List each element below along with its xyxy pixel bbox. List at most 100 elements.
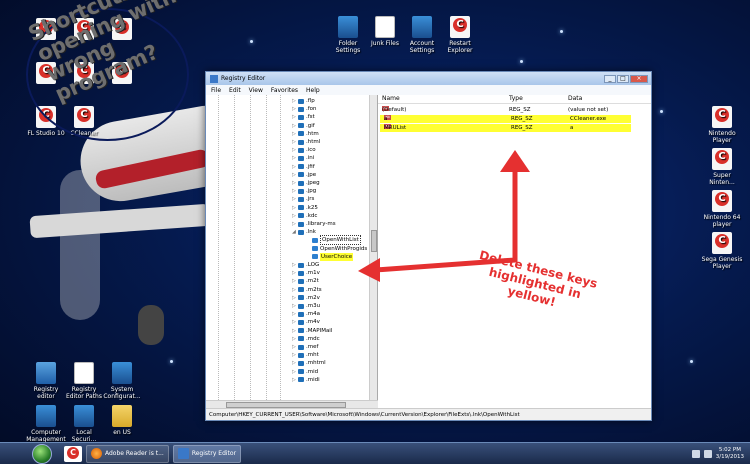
ccleaner-icon[interactable] bbox=[64, 445, 82, 462]
tree-key[interactable]: ◢ .lnk bbox=[292, 228, 316, 236]
expand-arrow-icon[interactable]: ▷ bbox=[292, 327, 297, 335]
expand-arrow-icon[interactable]: ▷ bbox=[292, 302, 297, 310]
menu-edit[interactable]: Edit bbox=[229, 87, 241, 94]
tree-key[interactable]: ▷ .m2ts bbox=[292, 286, 322, 294]
scroll-thumb[interactable] bbox=[371, 230, 377, 252]
tree-key[interactable]: ▷ .m2t bbox=[292, 277, 319, 285]
tree-key[interactable]: ▷ .kdc bbox=[292, 212, 317, 220]
column-name-header[interactable]: Name bbox=[382, 95, 400, 102]
desktop-icon-nintendo-64[interactable]: Nintendo 64 player bbox=[700, 190, 744, 228]
expand-arrow-icon[interactable]: ◢ bbox=[292, 228, 297, 236]
tree-key[interactable]: ▷ .gif bbox=[292, 122, 315, 130]
network-icon[interactable] bbox=[691, 449, 700, 458]
expand-arrow-icon[interactable]: ▷ bbox=[292, 277, 297, 285]
tree-key[interactable]: ▷ .k25 bbox=[292, 204, 318, 212]
expand-arrow-icon[interactable]: ▷ bbox=[292, 343, 297, 351]
expand-arrow-icon[interactable]: ▷ bbox=[292, 113, 297, 121]
desktop-icon-super-nintendo[interactable]: Super Ninten... bbox=[700, 148, 744, 186]
tree-scrollbar[interactable] bbox=[369, 95, 377, 408]
title-bar[interactable]: Registry Editor _ □ × bbox=[206, 72, 651, 85]
tree-key[interactable]: ▷ .MAPIMail bbox=[292, 327, 332, 335]
tree-key[interactable]: ▷ .mef bbox=[292, 343, 318, 351]
expand-arrow-icon[interactable]: ▷ bbox=[292, 220, 297, 228]
desktop-icon-restart-explorer[interactable]: Restart Explorer bbox=[438, 16, 482, 54]
expand-arrow-icon[interactable]: ▷ bbox=[292, 179, 297, 187]
tree-horizontal-scrollbar[interactable] bbox=[206, 400, 378, 408]
expand-arrow-icon[interactable]: ▷ bbox=[292, 376, 297, 384]
registry-editor-window[interactable]: Registry Editor _ □ × File Edit View Fav… bbox=[205, 71, 652, 421]
expand-arrow-icon[interactable]: ▷ bbox=[292, 212, 297, 220]
expand-arrow-icon[interactable]: ▷ bbox=[292, 269, 297, 277]
menu-view[interactable]: View bbox=[249, 87, 263, 94]
tree-key[interactable]: ▷ .mht bbox=[292, 351, 319, 359]
tree-key[interactable]: ▷ .mid bbox=[292, 368, 318, 376]
desktop-icon-nintendo-player[interactable]: Nintendo Player bbox=[700, 106, 744, 144]
expand-arrow-icon[interactable]: ▷ bbox=[292, 163, 297, 171]
registry-value-row[interactable]: ab MRUList REG_SZ a bbox=[380, 124, 631, 132]
tree-key[interactable]: ▷ .mdc bbox=[292, 335, 320, 343]
tree-key[interactable]: ▷ .html bbox=[292, 138, 320, 146]
tree-key[interactable]: ▷ .fon bbox=[292, 105, 317, 113]
tree-key[interactable]: ▷ .fst bbox=[292, 113, 315, 121]
column-type-header[interactable]: Type bbox=[509, 95, 523, 102]
expand-arrow-icon[interactable]: ▷ bbox=[292, 359, 297, 367]
maximize-button[interactable]: □ bbox=[617, 74, 629, 83]
tree-key[interactable]: ▷ .jpeg bbox=[292, 179, 320, 187]
values-list[interactable]: Name Type Data ab (Default) REG_SZ (value n… bbox=[378, 95, 651, 408]
tree-key[interactable]: ▷ .m2v bbox=[292, 294, 320, 302]
expand-arrow-icon[interactable]: ▷ bbox=[292, 187, 297, 195]
tree-key[interactable]: UserChoice bbox=[306, 252, 354, 261]
expand-arrow-icon[interactable]: ▷ bbox=[292, 294, 297, 302]
expand-arrow-icon[interactable]: ▷ bbox=[292, 351, 297, 359]
expand-arrow-icon[interactable]: ▷ bbox=[292, 130, 297, 138]
tree-key[interactable]: OpenWithList bbox=[306, 235, 361, 246]
tree-key[interactable]: ▷ .m4v bbox=[292, 318, 320, 326]
tree-key[interactable]: ▷ .ini bbox=[292, 154, 314, 162]
tree-key[interactable]: ▷ .midi bbox=[292, 376, 320, 384]
expand-arrow-icon[interactable]: ▷ bbox=[292, 146, 297, 154]
clock[interactable]: 5:02 PM 3/19/2013 bbox=[716, 447, 744, 461]
tree-key[interactable]: ▷ .flp bbox=[292, 97, 315, 105]
tree-key[interactable]: ▷ .mhtml bbox=[292, 359, 326, 367]
expand-arrow-icon[interactable]: ▷ bbox=[292, 97, 297, 105]
taskbar-item-registry-editor[interactable]: Registry Editor bbox=[172, 444, 242, 463]
menu-help[interactable]: Help bbox=[306, 87, 320, 94]
expand-arrow-icon[interactable]: ▷ bbox=[292, 286, 297, 294]
key-tree[interactable]: ▷ .flp ▷ .fon ▷ .fst ▷ .gif ▷ .htm ▷ .html ▷ .ico ▷ .in… bbox=[206, 95, 378, 408]
tree-key[interactable]: OpenWithProgids bbox=[306, 245, 367, 253]
expand-arrow-icon[interactable]: ▷ bbox=[292, 122, 297, 130]
desktop-icon-sega-genesis[interactable]: Sega Genesis Player bbox=[700, 232, 744, 270]
tree-key[interactable]: ▷ .jrs bbox=[292, 195, 314, 203]
tree-key[interactable]: ▷ .htm bbox=[292, 130, 319, 138]
expand-arrow-icon[interactable]: ▷ bbox=[292, 154, 297, 162]
tree-key[interactable]: ▷ .m3u bbox=[292, 302, 320, 310]
minimize-button[interactable]: _ bbox=[604, 74, 616, 83]
close-button[interactable]: × bbox=[630, 74, 648, 83]
tree-key[interactable]: ▷ .library-ms bbox=[292, 220, 336, 228]
menu-file[interactable]: File bbox=[211, 87, 221, 94]
expand-arrow-icon[interactable]: ▷ bbox=[292, 105, 297, 113]
expand-arrow-icon[interactable]: ▷ bbox=[292, 310, 297, 318]
tree-key[interactable]: ▷ .jfif bbox=[292, 163, 315, 171]
registry-value-row[interactable]: ab (Default) REG_SZ (value not set) bbox=[378, 106, 651, 114]
tree-key[interactable]: ▷ .m4a bbox=[292, 310, 320, 318]
expand-arrow-icon[interactable]: ▷ bbox=[292, 368, 297, 376]
tree-key[interactable]: ▷ .LOG bbox=[292, 261, 319, 269]
start-button[interactable] bbox=[32, 443, 52, 464]
volume-icon[interactable] bbox=[703, 449, 712, 458]
desktop-icon-system-configuration[interactable]: System Configurat... bbox=[100, 362, 144, 400]
taskbar-item-adobe-reader[interactable]: Adobe Reader is t... bbox=[86, 444, 169, 463]
expand-arrow-icon[interactable]: ▷ bbox=[292, 318, 297, 326]
tree-key[interactable]: ▷ .m1v bbox=[292, 269, 320, 277]
column-data-header[interactable]: Data bbox=[568, 95, 582, 102]
expand-arrow-icon[interactable]: ▷ bbox=[292, 171, 297, 179]
tree-key[interactable]: ▷ .ico bbox=[292, 146, 316, 154]
expand-arrow-icon[interactable]: ▷ bbox=[292, 204, 297, 212]
expand-arrow-icon[interactable]: ▷ bbox=[292, 195, 297, 203]
tree-key[interactable]: ▷ .jpg bbox=[292, 187, 316, 195]
expand-arrow-icon[interactable]: ▷ bbox=[292, 335, 297, 343]
desktop-icon-en-us[interactable]: en US bbox=[100, 405, 144, 436]
expand-arrow-icon[interactable]: ▷ bbox=[292, 261, 297, 269]
registry-value-row[interactable]: ab a REG_SZ CCleaner.exe bbox=[380, 115, 631, 123]
menu-favorites[interactable]: Favorites bbox=[271, 87, 298, 94]
